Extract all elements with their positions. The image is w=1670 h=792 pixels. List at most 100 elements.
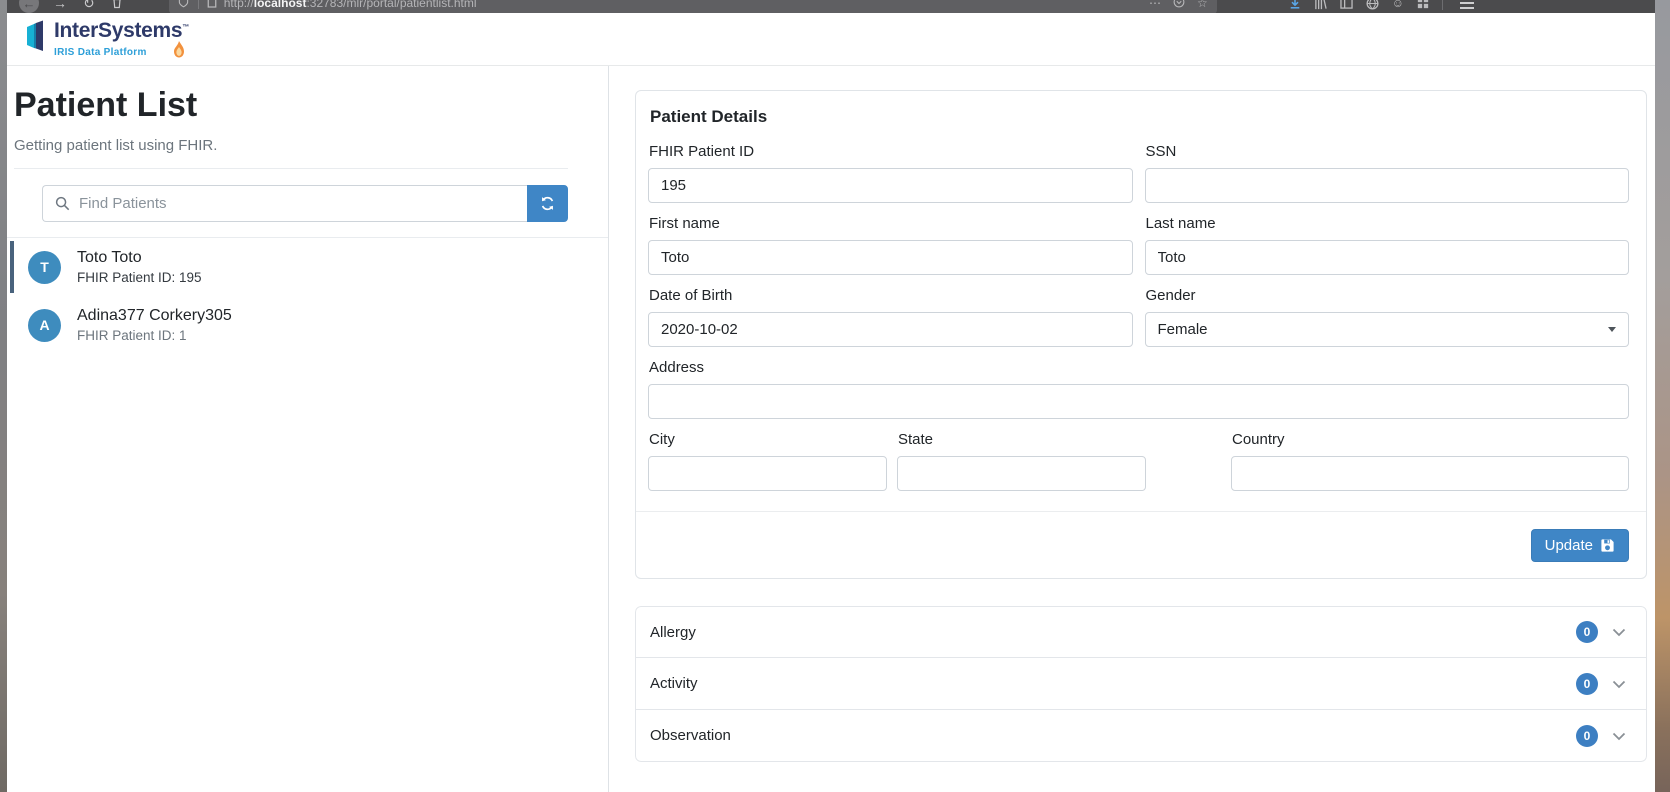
field-gender: Gender Female — [1144, 275, 1629, 347]
first-name-label: First name — [649, 215, 720, 232]
search-icon — [55, 196, 70, 211]
search-input-wrap — [42, 185, 527, 222]
gender-selected-value: Female — [1157, 321, 1208, 338]
forward-icon[interactable]: → — [53, 0, 67, 10]
downloads-icon[interactable] — [1289, 0, 1301, 10]
update-button[interactable]: Update — [1530, 529, 1629, 562]
accordion-label: Observation — [650, 727, 731, 744]
field-dob: Date of Birth — [648, 275, 1133, 347]
field-ssn: SSN — [1144, 131, 1629, 203]
gender-label: Gender — [1145, 287, 1196, 304]
logo-bracket-icon — [27, 20, 43, 51]
desktop-edge-right — [1655, 0, 1670, 792]
first-name-input[interactable] — [648, 240, 1133, 275]
resource-accordion: Allergy 0 Activity 0 Observation 0 — [635, 606, 1647, 762]
reload-icon[interactable]: ↻ — [83, 0, 95, 10]
globe-icon[interactable] — [1366, 0, 1379, 10]
search-input[interactable] — [79, 195, 527, 212]
refresh-button[interactable] — [527, 185, 568, 222]
accordion-item-observation[interactable]: Observation 0 — [635, 710, 1647, 762]
patient-name: Toto Toto — [77, 249, 142, 266]
accordion-item-allergy[interactable]: Allergy 0 — [635, 606, 1647, 658]
accordion-label: Activity — [650, 675, 698, 692]
patient-name: Adina377 Corkery305 — [77, 307, 232, 324]
toolbar-separator — [1442, 0, 1443, 10]
field-city: City — [648, 419, 887, 491]
patient-list-item[interactable]: A Adina377 Corkery305 FHIR Patient ID: 1 — [7, 296, 608, 354]
accordion-item-activity[interactable]: Activity 0 — [635, 658, 1647, 710]
flame-icon — [173, 41, 184, 58]
patient-details-panel: Patient Details FHIR Patient ID SSN Firs… — [609, 66, 1655, 792]
ssn-label: SSN — [1145, 143, 1177, 160]
browser-chrome: ← → ↻ http://localhost:32783/mlr/portal/… — [7, 0, 1655, 13]
url-bar[interactable]: http://localhost:32783/mlr/portal/patien… — [168, 0, 1217, 13]
field-first-name: First name — [648, 203, 1133, 275]
menu-icon[interactable] — [1460, 2, 1474, 9]
bookmark-star-icon[interactable]: ☆ — [1197, 0, 1208, 10]
patient-list-panel: Patient List Getting patient list using … — [7, 66, 609, 792]
dob-label: Date of Birth — [649, 287, 733, 304]
avatar: T — [28, 250, 61, 284]
refresh-icon — [541, 196, 554, 211]
brand-tagline: IRIS Data Platform — [54, 47, 147, 58]
divider — [14, 168, 568, 169]
intersystems-logo: InterSystems™ IRIS Data Platform — [25, 20, 189, 58]
page-title: Patient List — [14, 86, 198, 124]
patient-list-item[interactable]: T Toto Toto FHIR Patient ID: 195 — [7, 238, 608, 296]
count-badge: 0 — [1576, 621, 1598, 643]
browser-window: ← → ↻ http://localhost:32783/mlr/portal/… — [7, 0, 1655, 792]
more-options-icon[interactable]: ⋯ — [1149, 0, 1161, 10]
desktop-edge-left — [0, 0, 7, 792]
selected-indicator — [10, 241, 14, 293]
address-input[interactable] — [648, 384, 1629, 419]
gender-select[interactable]: Female — [1144, 312, 1629, 347]
brand-name: InterSystems™ — [54, 19, 189, 42]
dob-input[interactable] — [648, 312, 1133, 347]
pocket-icon[interactable] — [1173, 0, 1185, 11]
library-icon[interactable] — [1314, 0, 1327, 10]
back-icon[interactable]: ← — [19, 0, 39, 13]
chevron-down-icon — [1611, 624, 1627, 640]
extensions-icon[interactable] — [1417, 0, 1429, 9]
shield-icon[interactable] — [178, 0, 189, 11]
chevron-down-icon — [1611, 728, 1627, 744]
fhir-id-input[interactable] — [648, 168, 1133, 203]
update-button-label: Update — [1544, 537, 1593, 554]
field-country: Country — [1231, 419, 1629, 491]
field-state: State — [897, 419, 1146, 491]
country-label: Country — [1232, 431, 1285, 448]
page-icon[interactable] — [207, 0, 217, 11]
card-title: Patient Details — [650, 107, 768, 126]
country-input[interactable] — [1231, 456, 1629, 491]
patient-search-group — [42, 185, 568, 222]
sidebar-icon[interactable] — [1340, 0, 1353, 9]
count-badge: 0 — [1576, 724, 1598, 747]
accordion-label: Allergy — [650, 623, 696, 641]
field-fhir-id: FHIR Patient ID — [648, 131, 1133, 203]
avatar: A — [28, 308, 61, 342]
count-badge: 0 — [1576, 672, 1598, 695]
page-subtitle: Getting patient list using FHIR. — [14, 137, 218, 154]
patient-id: FHIR Patient ID: 195 — [77, 270, 202, 285]
trash-icon[interactable] — [111, 0, 123, 11]
fhir-id-label: FHIR Patient ID — [649, 143, 755, 160]
chevron-down-icon — [1608, 327, 1616, 332]
state-input[interactable] — [897, 456, 1146, 491]
save-icon — [1601, 539, 1614, 552]
url-text[interactable]: http://localhost:32783/mlr/portal/patien… — [224, 0, 1141, 10]
field-address: Address — [648, 359, 1629, 419]
last-name-input[interactable] — [1144, 240, 1629, 275]
ssn-input[interactable] — [1144, 168, 1629, 203]
city-input[interactable] — [648, 456, 887, 491]
url-divider — [197, 0, 199, 9]
chevron-down-icon — [1611, 676, 1627, 692]
app-navbar: InterSystems™ IRIS Data Platform — [7, 13, 1655, 66]
address-label: Address — [649, 359, 705, 376]
city-label: City — [649, 431, 675, 448]
state-label: State — [898, 431, 934, 448]
smiley-icon[interactable]: ☺ — [1392, 0, 1404, 10]
last-name-label: Last name — [1145, 215, 1216, 232]
patient-id: FHIR Patient ID: 1 — [77, 328, 187, 343]
patient-details-card: Patient Details FHIR Patient ID SSN Firs… — [635, 90, 1647, 579]
field-last-name: Last name — [1144, 203, 1629, 275]
